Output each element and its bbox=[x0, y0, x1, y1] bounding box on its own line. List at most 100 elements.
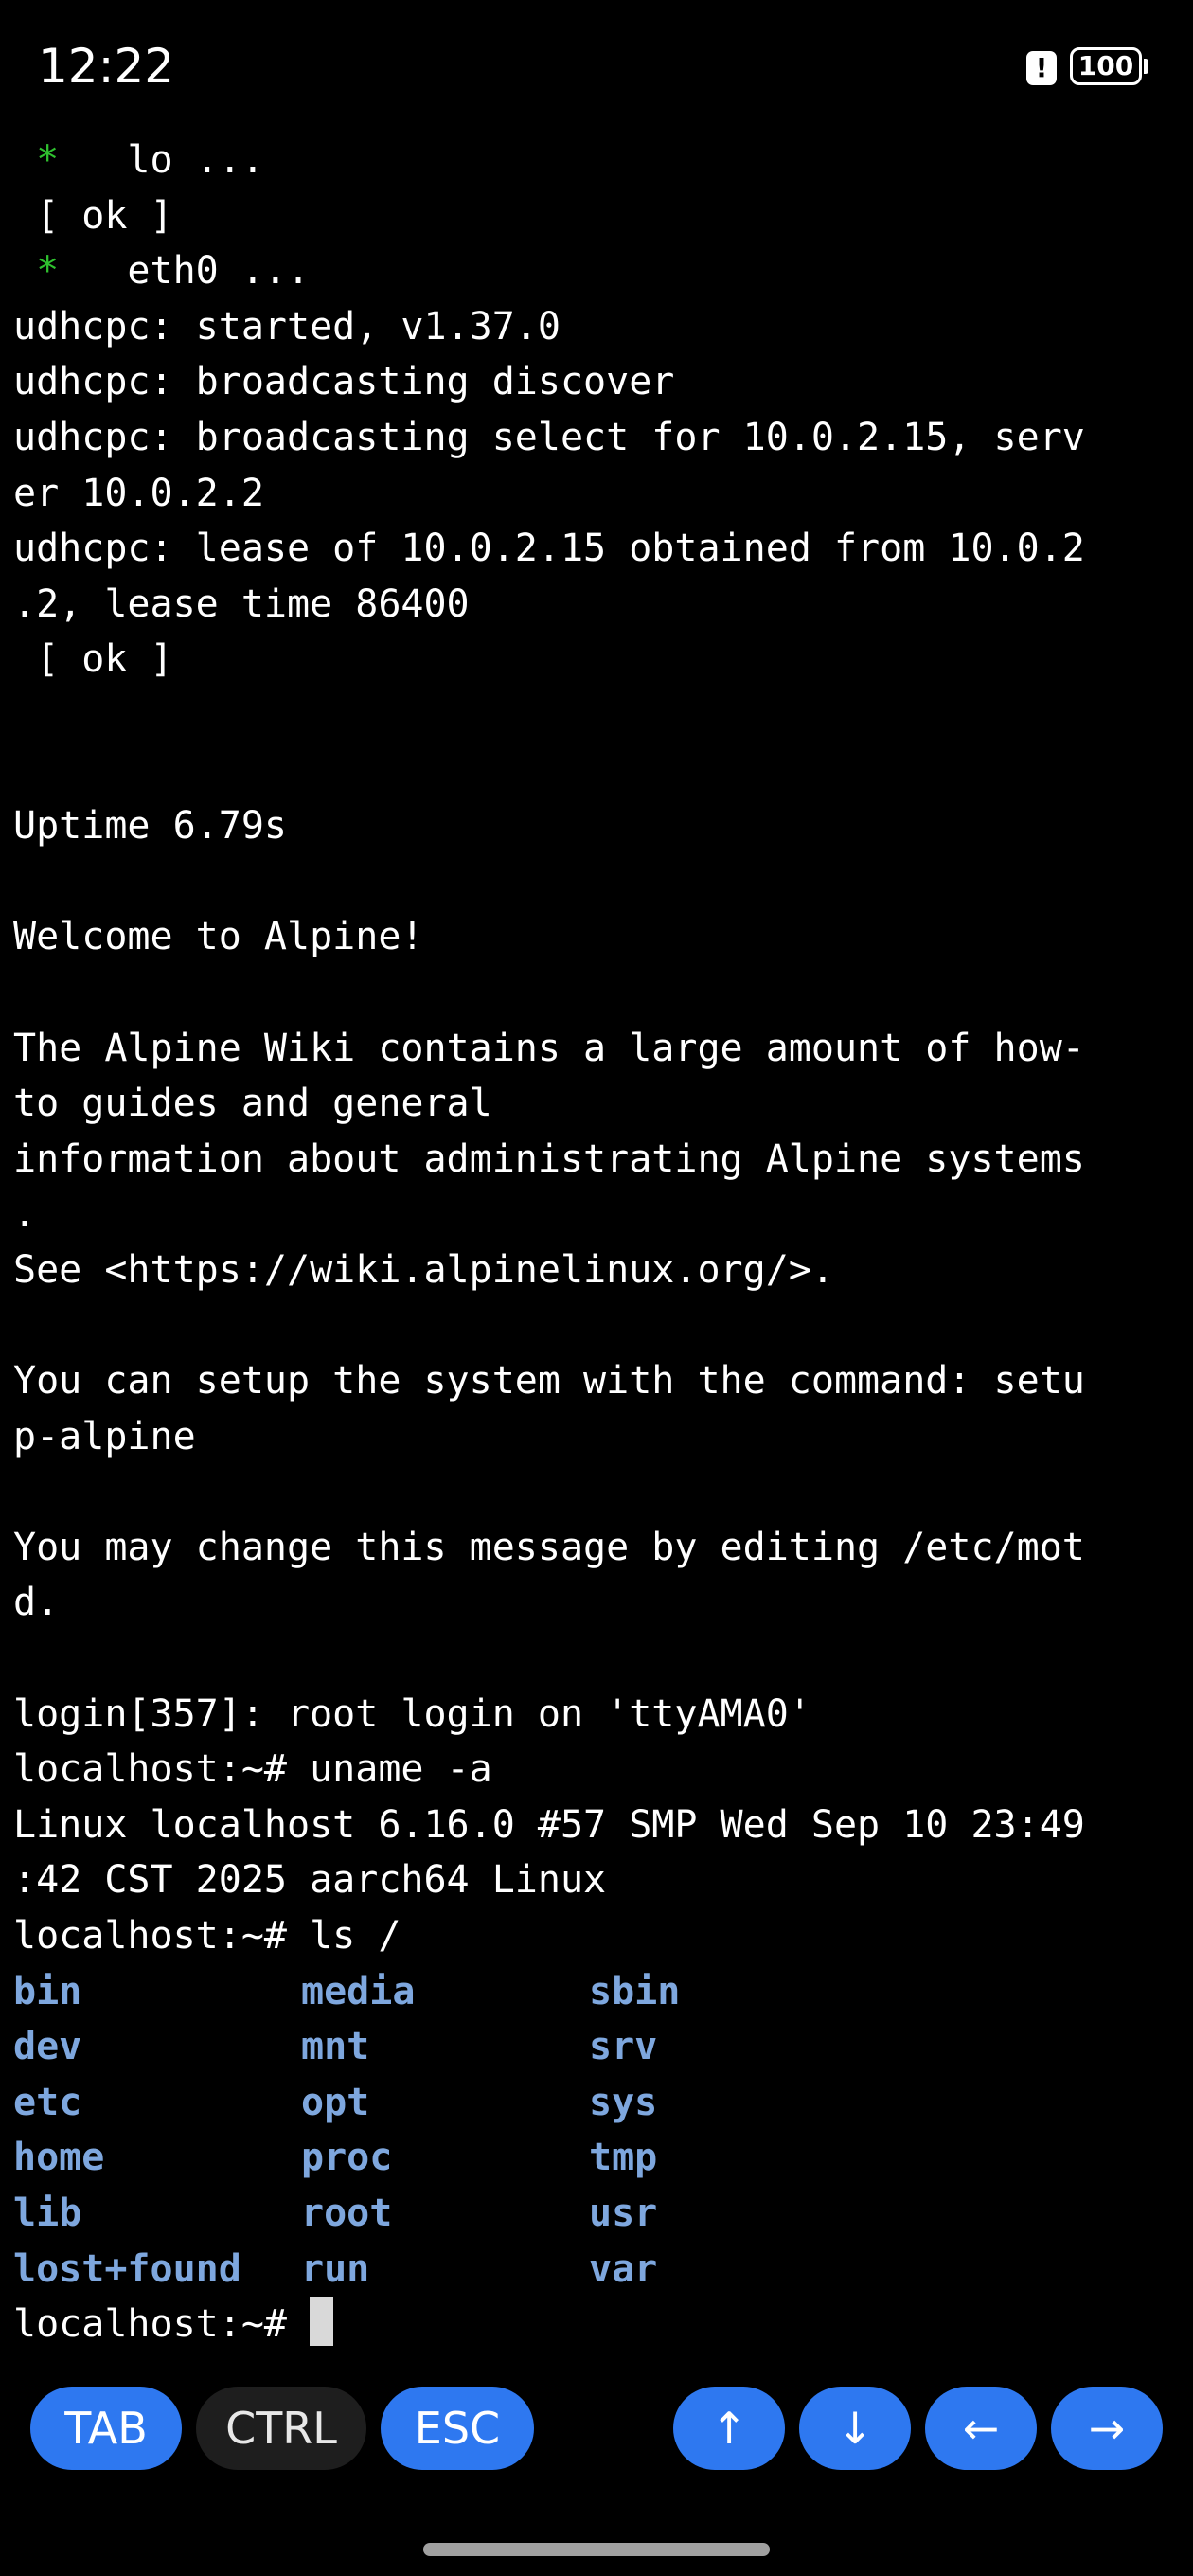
terminal-line-text: login[357]: root login on 'ttyAMA0' bbox=[13, 1691, 811, 1736]
directory-entry: home bbox=[13, 2136, 105, 2180]
terminal-line: [ ok ] bbox=[13, 632, 1187, 688]
terminal-line: See <https://wiki.alpinelinux.org/>. bbox=[13, 1243, 1187, 1298]
status-time: 12:22 bbox=[38, 39, 175, 94]
terminal-line-text: udhcpc: lease of 10.0.2.15 obtained from… bbox=[13, 527, 1085, 571]
arrow-right-key[interactable]: → bbox=[1051, 2387, 1163, 2470]
directory-entry: lib bbox=[13, 2191, 82, 2235]
directory-entry: run bbox=[301, 2246, 370, 2291]
terminal-line-text: udhcpc: broadcasting select for 10.0.2.1… bbox=[13, 415, 1085, 459]
terminal-line: You may change this message by editing /… bbox=[13, 1520, 1187, 1576]
ctrl-key[interactable]: CTRL bbox=[196, 2387, 366, 2470]
directory-entry: etc bbox=[13, 2080, 82, 2124]
terminal-line: p-alpine bbox=[13, 1409, 1187, 1465]
terminal-line-text: [ ok ] bbox=[13, 193, 173, 238]
terminal-output[interactable]: * lo ... [ ok ] * eth0 ... udhcpc: starte… bbox=[13, 133, 1187, 2349]
directory-entry: sbin bbox=[589, 1969, 681, 2013]
terminal-line: Uptime 6.79s bbox=[13, 798, 1187, 854]
prompt-line[interactable]: localhost:~# bbox=[13, 2297, 1187, 2352]
terminal-line: . bbox=[13, 1187, 1187, 1243]
directory-entry: lost+found bbox=[13, 2246, 241, 2291]
battery-tip bbox=[1144, 59, 1148, 74]
arrow-left-key[interactable]: ← bbox=[925, 2387, 1037, 2470]
ls-output-row: dev mnt srv bbox=[13, 2019, 1187, 2075]
terminal-line-text: to guides and general bbox=[13, 1082, 492, 1126]
terminal-line-text: d. bbox=[13, 1581, 60, 1625]
directory-entry: sys bbox=[589, 2080, 658, 2124]
directory-entry: var bbox=[589, 2246, 658, 2291]
terminal-line: Linux localhost 6.16.0 #57 SMP Wed Sep 1… bbox=[13, 1798, 1187, 1853]
service-star-marker: * bbox=[13, 138, 82, 182]
service-star-marker: * bbox=[13, 249, 82, 294]
directory-entry: tmp bbox=[589, 2136, 658, 2180]
terminal-line: er 10.0.2.2 bbox=[13, 466, 1187, 522]
terminal-line-text: lo ... bbox=[81, 138, 264, 182]
terminal-line-text: . bbox=[13, 1192, 37, 1237]
directory-entry: proc bbox=[301, 2136, 393, 2180]
terminal-line: localhost:~# ls / bbox=[13, 1908, 1187, 1964]
directory-entry: mnt bbox=[301, 2025, 370, 2069]
terminal-line-text: .2, lease time 86400 bbox=[13, 581, 470, 626]
directory-entry: srv bbox=[589, 2025, 658, 2069]
home-indicator[interactable] bbox=[423, 2543, 770, 2556]
directory-entry: dev bbox=[13, 2025, 82, 2069]
text-cursor bbox=[310, 2297, 334, 2347]
directory-entry: opt bbox=[301, 2080, 370, 2124]
directory-entry: root bbox=[301, 2191, 393, 2235]
directory-entry: bin bbox=[13, 1969, 82, 2013]
ls-output-row: lib root usr bbox=[13, 2186, 1187, 2242]
terminal-line-text: You can setup the system with the comman… bbox=[13, 1359, 1085, 1404]
arrow-up-key[interactable]: ↑ bbox=[673, 2387, 785, 2470]
terminal-line-text: Welcome to Alpine! bbox=[13, 915, 424, 959]
terminal-line: localhost:~# uname -a bbox=[13, 1742, 1187, 1798]
terminal-line: .2, lease time 86400 bbox=[13, 577, 1187, 633]
terminal-line: You can setup the system with the comman… bbox=[13, 1353, 1187, 1409]
terminal-line: udhcpc: lease of 10.0.2.15 obtained from… bbox=[13, 521, 1187, 577]
terminal-line: udhcpc: started, v1.37.0 bbox=[13, 299, 1187, 355]
ls-output-row: home proc tmp bbox=[13, 2130, 1187, 2186]
terminal-line: information about administrating Alpine … bbox=[13, 1132, 1187, 1188]
ls-output-row: lost+found run var bbox=[13, 2242, 1187, 2298]
terminal-line: * lo ... bbox=[13, 133, 1187, 188]
terminal-line: :42 CST 2025 aarch64 Linux bbox=[13, 1852, 1187, 1908]
terminal-line-text: See <https://wiki.alpinelinux.org/>. bbox=[13, 1247, 834, 1292]
terminal-line: [ ok ] bbox=[13, 188, 1187, 244]
terminal-line-text: localhost:~# uname -a bbox=[13, 1747, 492, 1792]
alert-icon: ! bbox=[1026, 51, 1057, 85]
directory-entry: media bbox=[301, 1969, 416, 2013]
terminal-line-text: information about administrating Alpine … bbox=[13, 1136, 1085, 1181]
terminal-line-text: The Alpine Wiki contains a large amount … bbox=[13, 1026, 1085, 1070]
ls-output-row: bin media sbin bbox=[13, 1964, 1187, 2020]
terminal-line-text: [ ok ] bbox=[13, 637, 173, 682]
terminal-line: The Alpine Wiki contains a large amount … bbox=[13, 1021, 1187, 1077]
terminal-line: udhcpc: broadcasting select for 10.0.2.1… bbox=[13, 410, 1187, 466]
extra-keys-bar: TAB CTRL ESC ↑ ↓ ← → bbox=[0, 2387, 1193, 2472]
esc-key[interactable]: ESC bbox=[381, 2387, 534, 2470]
terminal-line-text: You may change this message by editing /… bbox=[13, 1525, 1085, 1569]
terminal-line: login[357]: root login on 'ttyAMA0' bbox=[13, 1687, 1187, 1743]
ls-output-row: etc opt sys bbox=[13, 2075, 1187, 2131]
directory-entry: usr bbox=[589, 2191, 658, 2235]
terminal-line-text: p-alpine bbox=[13, 1414, 196, 1458]
terminal-line-text: udhcpc: broadcasting discover bbox=[13, 360, 675, 404]
arrow-down-key[interactable]: ↓ bbox=[799, 2387, 911, 2470]
tab-key[interactable]: TAB bbox=[30, 2387, 182, 2470]
terminal-line: to guides and general bbox=[13, 1076, 1187, 1132]
terminal-line: d. bbox=[13, 1575, 1187, 1631]
terminal-line-text: :42 CST 2025 aarch64 Linux bbox=[13, 1858, 607, 1903]
terminal-line-text: eth0 ... bbox=[81, 249, 311, 294]
terminal-line-text: er 10.0.2.2 bbox=[13, 471, 264, 515]
terminal-line: udhcpc: broadcasting discover bbox=[13, 354, 1187, 410]
terminal-line: Welcome to Alpine! bbox=[13, 909, 1187, 965]
terminal-line-text: udhcpc: started, v1.37.0 bbox=[13, 304, 561, 349]
shell-prompt: localhost:~# bbox=[13, 2302, 311, 2347]
terminal-line-text: Uptime 6.79s bbox=[13, 804, 287, 849]
terminal-line-text: Linux localhost 6.16.0 #57 SMP Wed Sep 1… bbox=[13, 1802, 1085, 1847]
terminal-line: * eth0 ... bbox=[13, 243, 1187, 299]
